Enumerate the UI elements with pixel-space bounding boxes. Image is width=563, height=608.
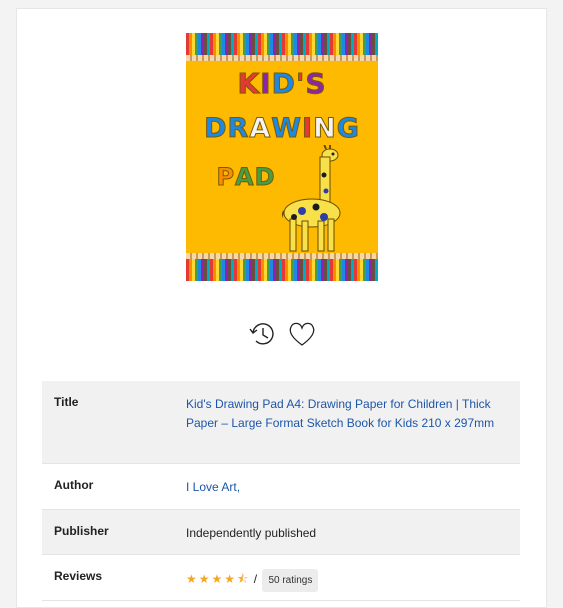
- colored-pencils-border-top: [186, 33, 378, 55]
- book-actions: [247, 319, 327, 351]
- publisher-label: Publisher: [54, 524, 109, 538]
- pencil-tips-top: [186, 55, 378, 61]
- history-clock-icon[interactable]: [247, 319, 277, 349]
- cover-title-line1: KID'S: [237, 67, 327, 101]
- author-link[interactable]: I Love Art,: [186, 480, 240, 494]
- details-row-reviews: Reviews ★★★★⯪ / 50 ratings: [42, 555, 520, 601]
- cover-title-line2: DRAWING: [204, 113, 360, 145]
- rating-stars-icon: ★★★★⯪: [186, 572, 251, 586]
- reviews-label: Reviews: [54, 569, 103, 583]
- book-details-table: Title Kid's Drawing Pad A4: Drawing Pape…: [42, 381, 520, 601]
- title-label: Title: [54, 395, 79, 409]
- details-row-publisher: Publisher Independently published: [42, 510, 520, 555]
- giraffe-illustration: [282, 145, 341, 252]
- book-title-link[interactable]: Kid's Drawing Pad A4: Drawing Paper for …: [186, 397, 494, 430]
- title-value: Kid's Drawing Pad A4: Drawing Paper for …: [186, 381, 520, 463]
- author-value: I Love Art,: [186, 464, 520, 509]
- publisher-value: Independently published: [186, 526, 317, 540]
- rating-separator: /: [253, 572, 258, 586]
- heart-icon[interactable]: [287, 319, 317, 349]
- ratings-count-badge[interactable]: 50 ratings: [262, 569, 319, 592]
- author-label: Author: [54, 478, 94, 492]
- details-row-author: Author I Love Art,: [42, 464, 520, 510]
- details-row-title: Title Kid's Drawing Pad A4: Drawing Pape…: [42, 381, 520, 464]
- book-cover-image[interactable]: KID'S DRAWING PAD: [186, 33, 378, 281]
- reviews-value: ★★★★⯪ / 50 ratings: [186, 555, 520, 600]
- colored-pencils-border-bottom: [186, 259, 378, 281]
